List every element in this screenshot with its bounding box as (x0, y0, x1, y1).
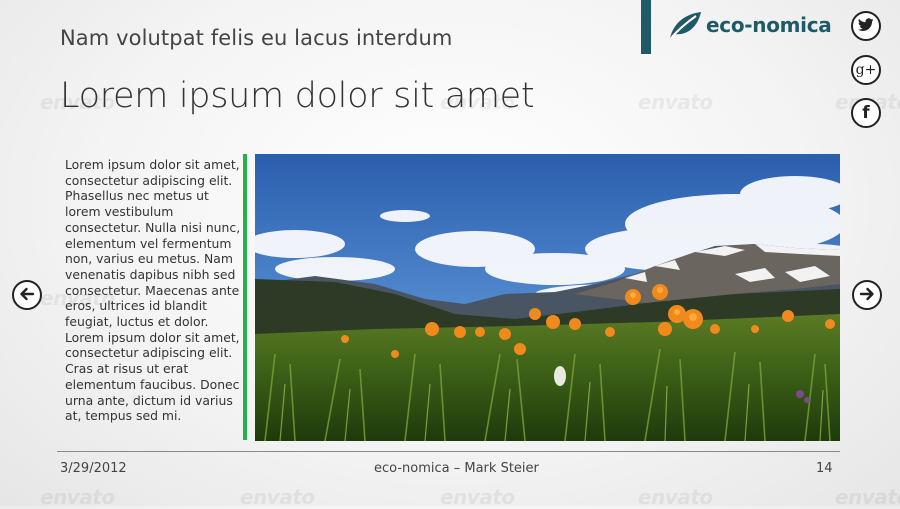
slide-title: Lorem ipsum dolor sit amet (60, 76, 535, 116)
page-number: 14 (816, 461, 833, 476)
watermark: envato (440, 485, 515, 509)
watermark: envato (240, 485, 315, 509)
google-plus-button[interactable]: g+ (851, 55, 881, 85)
watermark: envato (638, 90, 713, 114)
watermark: envato (835, 485, 900, 509)
next-slide-button[interactable] (852, 280, 882, 310)
leaf-icon (668, 10, 702, 40)
footer-date: 3/29/2012 (60, 461, 127, 476)
brand-logo: eco-nomica (668, 10, 832, 40)
twitter-button[interactable] (851, 11, 881, 41)
body-paragraph: Lorem ipsum dolor sit amet, consectetur … (65, 157, 241, 424)
landscape-photo (255, 154, 840, 441)
brand-name: eco-nomica (706, 13, 832, 37)
footer-divider (57, 451, 840, 452)
facebook-button[interactable]: f (851, 98, 881, 128)
google-plus-icon: g+ (855, 62, 877, 78)
twitter-icon (858, 17, 874, 36)
facebook-icon: f (862, 102, 870, 123)
slide-subtitle: Nam volutpat felis eu lacus interdum (60, 26, 453, 50)
accent-divider (243, 154, 247, 440)
arrow-right-icon (859, 286, 875, 305)
previous-slide-button[interactable] (12, 280, 42, 310)
brand-bar (641, 0, 651, 54)
watermark: envato (638, 485, 713, 509)
footer-author: eco-nomica – Mark Steier (374, 461, 539, 476)
arrow-left-icon (19, 286, 35, 305)
watermark: envato (40, 485, 115, 509)
